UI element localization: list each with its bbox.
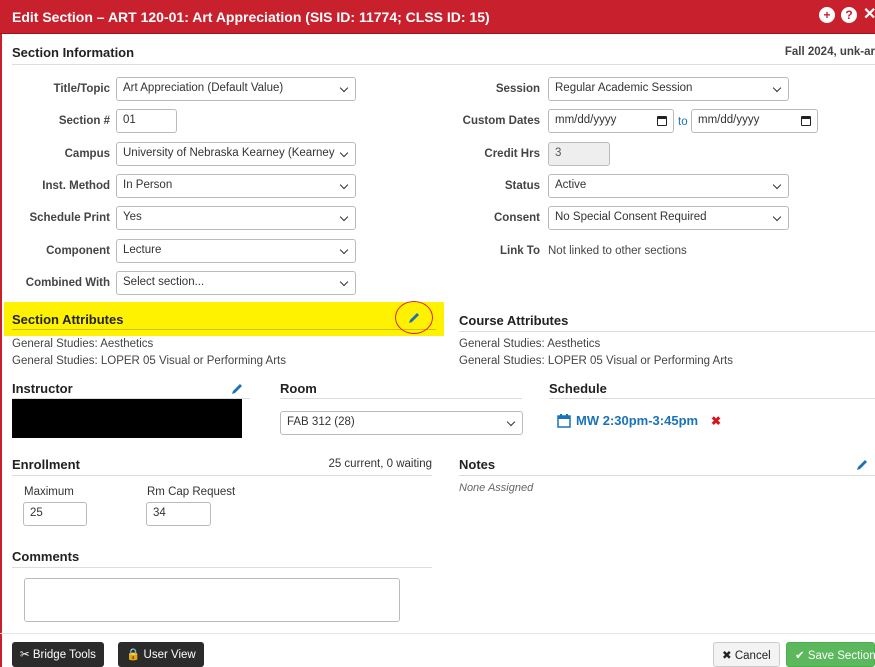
custom-date-from-value: mm/dd/yyyy (555, 114, 617, 126)
credit-hrs-label: Credit Hrs (484, 148, 540, 160)
notes-value: None Assigned (459, 482, 534, 494)
lock-icon: 🔒 (126, 649, 141, 661)
schedule-heading: Schedule (549, 381, 607, 396)
edit-pencil-icon[interactable] (407, 311, 421, 325)
cancel-button[interactable]: ✖ Cancel (713, 642, 780, 667)
custom-dates-label: Custom Dates (462, 115, 540, 127)
consent-label: Consent (494, 212, 540, 224)
custom-date-to-input[interactable]: mm/dd/yyyy (691, 109, 818, 133)
course-attribute-item: General Studies: Aesthetics (459, 338, 601, 350)
calendar-icon[interactable] (801, 116, 811, 126)
inst-method-select[interactable]: In Person (116, 174, 356, 198)
bridge-tools-label: Bridge Tools (32, 649, 96, 661)
consent-select[interactable]: No Special Consent Required (548, 206, 789, 230)
tools-icon: ✂ (20, 649, 30, 661)
comments-textarea[interactable] (24, 578, 400, 622)
session-label: Session (495, 83, 540, 95)
section-attribute-item: General Studies: Aesthetics (12, 338, 154, 350)
divider (12, 475, 432, 476)
rm-cap-request-input[interactable]: 34 (146, 502, 211, 526)
calendar-icon (557, 414, 571, 428)
title-topic-select[interactable]: Art Appreciation (Default Value) (116, 77, 356, 101)
maximum-input[interactable]: 25 (23, 502, 87, 526)
enrollment-heading: Enrollment (12, 457, 80, 472)
room-heading: Room (280, 381, 317, 396)
divider (280, 398, 522, 399)
edit-notes-icon[interactable] (855, 458, 869, 472)
session-select[interactable]: Regular Academic Session (548, 77, 789, 101)
edit-instructor-icon[interactable] (230, 382, 244, 396)
footer-divider (0, 633, 875, 634)
divider (12, 329, 436, 330)
comments-heading: Comments (12, 549, 80, 564)
campus-label: Campus (64, 148, 110, 160)
course-attributes-heading: Course Attributes (459, 313, 569, 328)
instructor-heading: Instructor (12, 381, 73, 396)
campus-select[interactable]: University of Nebraska Kearney (Kearney (116, 142, 356, 166)
add-icon[interactable]: + (819, 7, 835, 23)
section-attributes-heading: Section Attributes (12, 312, 124, 327)
rm-cap-request-label: Rm Cap Request (147, 486, 236, 498)
title-topic-label: Title/Topic (53, 83, 110, 95)
redacted-instructor (12, 399, 242, 438)
room-select[interactable]: FAB 312 (28) (280, 411, 523, 435)
custom-date-to-value: mm/dd/yyyy (698, 114, 760, 126)
maximum-label: Maximum (24, 486, 74, 498)
dialog-title-bar: Edit Section – ART 120-01: Art Appreciat… (0, 0, 875, 34)
save-section-label: Save Section (807, 650, 875, 662)
section-attribute-item: General Studies: LOPER 05 Visual or Perf… (12, 355, 287, 367)
divider (459, 475, 875, 476)
close-icon: ✖ (722, 650, 732, 662)
divider (459, 331, 875, 332)
calendar-icon[interactable] (657, 116, 667, 126)
status-select[interactable]: Active (548, 174, 789, 198)
help-icon[interactable]: ? (841, 7, 857, 23)
combined-with-select[interactable]: Select section... (116, 271, 356, 295)
term-label: Fall 2024, unk-ar (784, 46, 875, 58)
component-label: Component (46, 245, 110, 257)
user-view-button[interactable]: 🔒 User View (118, 642, 204, 667)
link-to-label: Link To (499, 245, 540, 257)
schedule-print-label: Schedule Print (29, 212, 110, 224)
custom-date-from-input[interactable]: mm/dd/yyyy (548, 109, 674, 133)
course-attribute-item: General Studies: LOPER 05 Visual or Perf… (459, 355, 734, 367)
enrollment-summary: 25 current, 0 waiting (328, 458, 432, 470)
combined-with-label: Combined With (25, 277, 110, 289)
dialog-left-border (0, 34, 2, 667)
divider (549, 398, 875, 399)
link-to-value: Not linked to other sections (548, 245, 687, 257)
divider (12, 64, 875, 65)
divider (12, 567, 432, 568)
save-section-button[interactable]: ✔ Save Section (786, 642, 875, 667)
section-number-label: Section # (58, 115, 110, 127)
component-select[interactable]: Lecture (116, 239, 356, 263)
credit-hrs-input: 3 (548, 142, 610, 166)
notes-heading: Notes (459, 457, 496, 472)
inst-method-label: Inst. Method (42, 180, 110, 192)
bridge-tools-button[interactable]: ✂ Bridge Tools (12, 642, 104, 667)
dialog-title: Edit Section – ART 120-01: Art Appreciat… (12, 9, 490, 25)
section-information-heading: Section Information (12, 45, 135, 60)
schedule-print-select[interactable]: Yes (116, 206, 356, 230)
custom-dates-to-label: to (678, 116, 688, 128)
remove-schedule-icon[interactable]: ✖ (711, 414, 721, 428)
cancel-label: Cancel (734, 650, 771, 662)
check-icon: ✔ (795, 650, 805, 662)
close-icon[interactable]: ✕ (863, 7, 875, 23)
schedule-meeting-link[interactable]: MW 2:30pm-3:45pm (576, 413, 698, 428)
status-label: Status (504, 180, 540, 192)
user-view-label: User View (143, 649, 196, 661)
section-number-input[interactable]: 01 (116, 109, 177, 133)
